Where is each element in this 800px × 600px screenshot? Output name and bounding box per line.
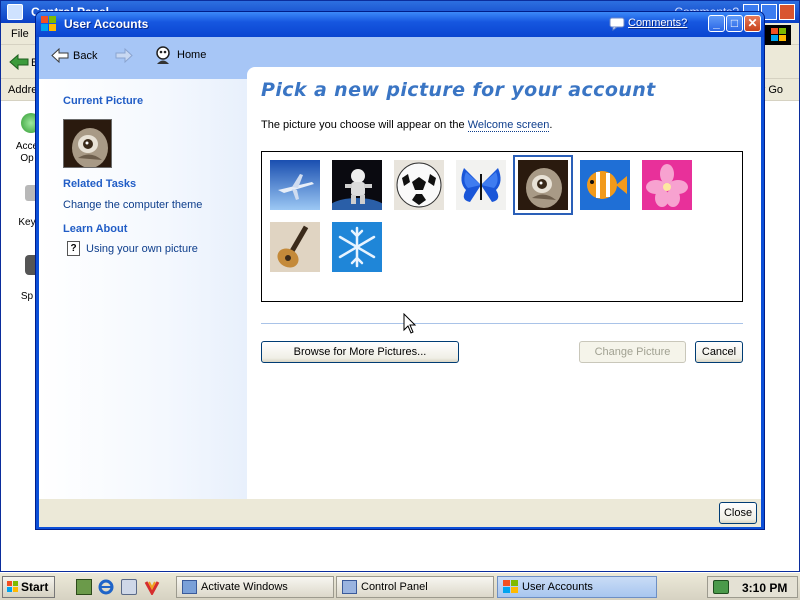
picture-list	[261, 151, 743, 302]
user-accounts-task-icon	[503, 580, 518, 594]
description-prefix: The picture you choose will appear on th…	[261, 119, 468, 131]
change-picture-button[interactable]: Change Picture	[579, 341, 686, 363]
back-arrow-icon	[51, 48, 69, 63]
task-label: User Accounts	[522, 581, 593, 593]
description: The picture you choose will appear on th…	[261, 119, 553, 132]
left-pane: Current Picture Related Tasks Change the…	[39, 79, 247, 499]
home-label: Home	[177, 49, 207, 61]
browse-pictures-button[interactable]: Browse for More Pictures...	[261, 341, 459, 363]
windows-flag-icon	[7, 581, 19, 593]
user-accounts-title: User Accounts	[64, 17, 149, 31]
media-player-icon[interactable]	[144, 579, 160, 595]
back-button[interactable]: Back	[51, 46, 97, 66]
user-accounts-window: User Accounts Comments? _ □ ✕ Back Home …	[35, 11, 765, 530]
cancel-button[interactable]: Cancel	[695, 341, 743, 363]
picture-butterfly[interactable]	[456, 160, 506, 210]
related-tasks-heading: Related Tasks	[63, 178, 137, 190]
task-label: Activate Windows	[201, 581, 288, 593]
task-activate-windows[interactable]: Activate Windows	[176, 576, 334, 598]
comments-link[interactable]: Comments?	[628, 17, 687, 29]
change-theme-link[interactable]: Change the computer theme	[63, 199, 202, 211]
maximize-button[interactable]: □	[726, 15, 743, 32]
picture-guitar[interactable]	[270, 222, 320, 272]
back-arrow-icon[interactable]	[9, 54, 29, 70]
owl-picture	[64, 120, 111, 167]
learn-about-heading: Learn About	[63, 223, 128, 235]
control-panel-icon	[7, 4, 23, 20]
astronaut-icon	[332, 160, 382, 210]
help-document-icon: ?	[67, 241, 80, 256]
task-user-accounts[interactable]: User Accounts	[497, 576, 657, 598]
user-accounts-client: Back Home Current Picture Related Tasks …	[39, 37, 761, 527]
start-label: Start	[21, 580, 49, 594]
show-desktop-icon[interactable]	[76, 579, 92, 595]
comments-icon	[609, 17, 625, 31]
mouse-cursor-icon	[403, 313, 417, 334]
close-button[interactable]: Close	[719, 502, 757, 524]
airplane-icon	[270, 160, 320, 210]
picture-snowflake[interactable]	[332, 222, 382, 272]
internet-explorer-icon[interactable]	[98, 579, 114, 595]
using-own-picture-link[interactable]: Using your own picture	[86, 243, 198, 255]
welcome-screen-link[interactable]: Welcome screen	[467, 119, 550, 132]
picture-fish[interactable]	[580, 160, 630, 210]
current-picture-heading: Current Picture	[63, 95, 144, 107]
address-label: Addre	[8, 84, 38, 96]
control-panel-task-icon	[342, 580, 357, 594]
taskbar: Start Activate Windows Control Panel Use…	[0, 572, 800, 600]
picture-airplane[interactable]	[270, 160, 320, 210]
network-status-icon[interactable]	[713, 580, 729, 594]
minimize-button[interactable]: _	[708, 15, 725, 32]
separator	[261, 323, 743, 324]
current-picture	[63, 119, 112, 168]
home-button[interactable]: Home	[153, 44, 206, 66]
system-tray: 3:10 PM	[707, 576, 798, 598]
owl-icon	[518, 160, 568, 210]
home-icon	[156, 46, 170, 64]
task-control-panel[interactable]: Control Panel	[336, 576, 494, 598]
page-title: Pick a new picture for your account	[261, 79, 656, 101]
forward-arrow-icon[interactable]	[115, 48, 133, 63]
menu-file[interactable]: File	[11, 28, 29, 40]
picture-soccer-ball[interactable]	[394, 160, 444, 210]
fish-icon	[580, 160, 630, 210]
activate-windows-icon	[182, 580, 197, 594]
network-icon[interactable]	[121, 579, 137, 595]
windows-logo-icon	[765, 25, 791, 45]
guitar-icon	[270, 222, 320, 272]
back-label: Back	[73, 50, 98, 62]
clock[interactable]: 3:10 PM	[742, 581, 787, 595]
soccer-ball-icon	[394, 160, 444, 210]
butterfly-icon	[456, 160, 506, 210]
main-content: Pick a new picture for your account The …	[247, 67, 761, 497]
close-window-button[interactable]: ✕	[744, 15, 761, 32]
control-panel-close-button[interactable]	[779, 4, 795, 20]
start-button[interactable]: Start	[2, 576, 55, 598]
picture-flower[interactable]	[642, 160, 692, 210]
user-accounts-titlebar[interactable]: User Accounts Comments? _ □ ✕	[36, 12, 764, 37]
dialog-footer: Close	[39, 499, 761, 527]
snowflake-icon	[332, 222, 382, 272]
description-suffix: .	[549, 119, 553, 131]
task-label: Control Panel	[361, 581, 428, 593]
user-accounts-icon	[41, 16, 57, 32]
picture-owl[interactable]	[513, 155, 573, 215]
picture-astronaut[interactable]	[332, 160, 382, 210]
flower-icon	[642, 160, 692, 210]
